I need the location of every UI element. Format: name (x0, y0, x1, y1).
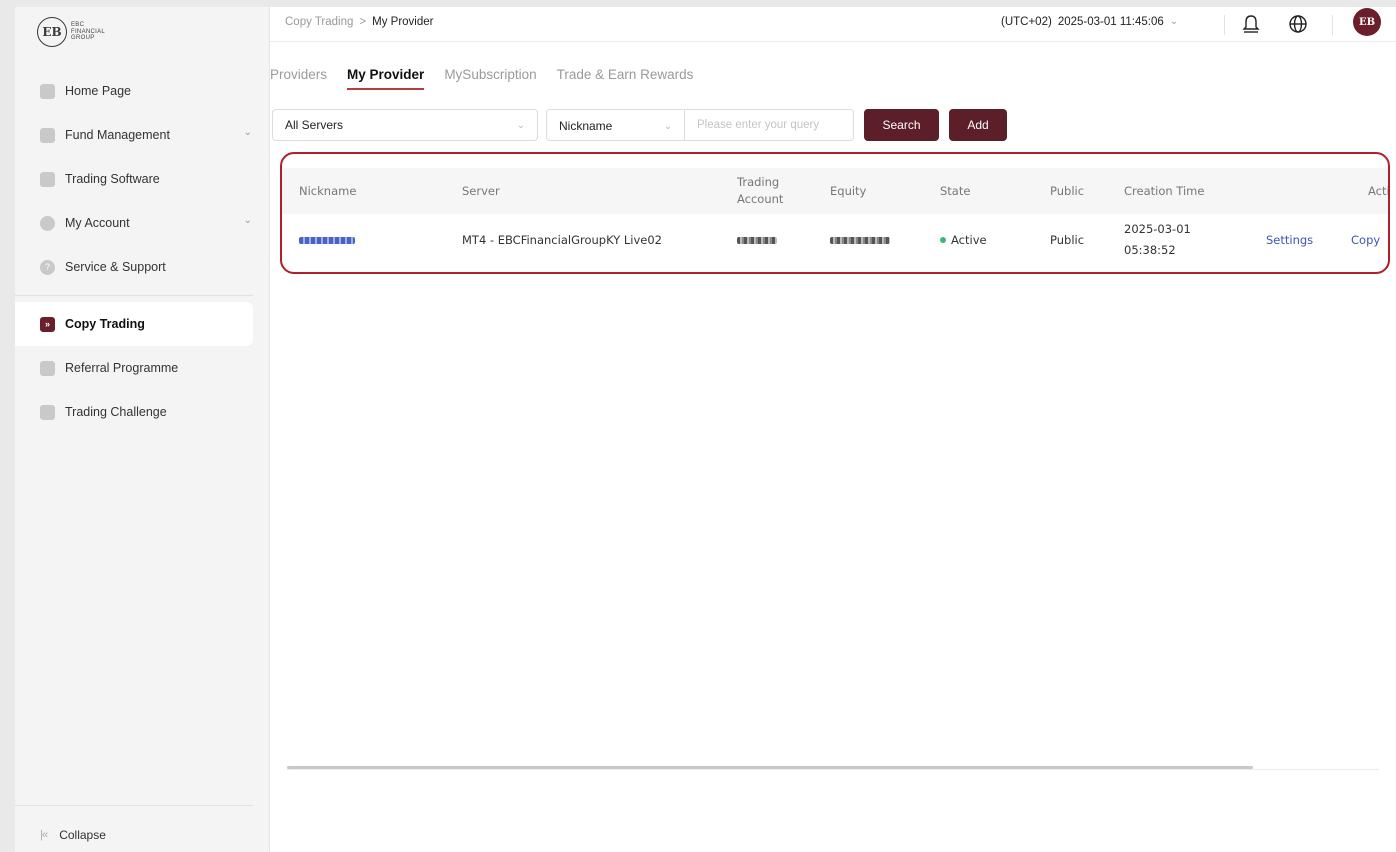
search-combo: Nickname ⌄ (546, 109, 854, 141)
column-server: Server (462, 183, 500, 198)
column-equity: Equity (830, 183, 867, 198)
sidebar-item-copy-trading[interactable]: » Copy Trading (15, 302, 253, 346)
collapse-label: Collapse (59, 828, 106, 842)
cell-nickname[interactable] (299, 214, 355, 266)
sidebar-item-home-page[interactable]: Home Page (15, 69, 270, 113)
sidebar-item-referral-programme[interactable]: Referral Programme (15, 346, 270, 390)
tab-trade-earn-rewards[interactable]: Trade & Earn Rewards (557, 67, 694, 90)
cell-state: Active (940, 214, 987, 266)
cell-creation-time: 2025-03-01 05:38:52 (1124, 222, 1191, 257)
sidebar-item-label: My Account (65, 216, 130, 230)
breadcrumb: Copy Trading > My Provider (285, 16, 433, 28)
status-dot (940, 237, 946, 243)
chevron-down-icon: ⌄ (1169, 16, 1179, 27)
referral-icon (40, 360, 55, 376)
add-button[interactable]: Add (949, 109, 1007, 141)
app-window: EB EBC FINANCIAL GROUP Home Page Fund Ma… (15, 7, 1396, 852)
chevron-down-icon: ⌄ (516, 119, 525, 131)
sidebar-nav: Home Page Fund Management ⌄ Trading Soft… (15, 69, 270, 434)
cube-icon (40, 171, 55, 187)
search-input[interactable] (685, 110, 853, 140)
redacted-nickname (299, 236, 355, 244)
trophy-icon (40, 404, 55, 420)
tab-providers[interactable]: Providers (270, 67, 327, 90)
collapse-icon: |‹‹ (40, 829, 48, 841)
top-bar: Copy Trading > My Provider (UTC+02) 2025… (270, 7, 1396, 42)
column-trading-account: Trading Account (737, 175, 784, 206)
tab-my-provider[interactable]: My Provider (347, 67, 425, 90)
field-select[interactable]: Nickname ⌄ (547, 110, 685, 140)
user-icon (40, 215, 55, 231)
filter-bar: All Servers ⌄ Nickname ⌄ Search Add (272, 109, 1007, 141)
provider-tabs: Providers My Provider MySubscription Tra… (270, 67, 693, 90)
wallet-icon (40, 127, 55, 143)
breadcrumb-separator: > (359, 16, 367, 28)
horizontal-scroll-track (287, 769, 1379, 770)
sidebar-item-service-support[interactable]: ? Service & Support (15, 245, 270, 289)
breadcrumb-parent[interactable]: Copy Trading (285, 16, 353, 28)
timezone-selector[interactable]: (UTC+02) 2025-03-01 11:45:06 ⌄ (1001, 16, 1178, 28)
horizontal-scrollbar[interactable] (287, 766, 1253, 769)
column-public: Public (1050, 183, 1085, 198)
sidebar-divider (15, 805, 253, 806)
sidebar-item-label: Trading Software (65, 172, 160, 186)
sidebar-item-label: Referral Programme (65, 361, 179, 375)
chevron-down-icon: ⌄ (663, 120, 672, 132)
redacted-account (737, 236, 777, 244)
collapse-button[interactable]: |‹‹ Collapse (40, 828, 106, 842)
sidebar-item-fund-management[interactable]: Fund Management ⌄ (15, 113, 270, 157)
cell-server: MT4 - EBCFinancialGroupKY Live02 (462, 232, 663, 247)
chevron-down-icon: ⌄ (243, 127, 252, 138)
redacted-equity (830, 236, 890, 244)
logo-mark: EB (37, 17, 67, 47)
sidebar-item-label: Copy Trading (65, 317, 145, 331)
column-state: State (940, 183, 971, 198)
server-select[interactable]: All Servers ⌄ (272, 109, 538, 141)
search-button[interactable]: Search (864, 109, 939, 141)
cell-equity (830, 214, 890, 266)
column-action: Acti (1368, 183, 1390, 198)
provider-table: Nickname Server Trading Account Equity S… (280, 152, 1390, 274)
table-row: MT4 - EBCFinancialGroupKY Live02 Active … (282, 214, 1388, 266)
globe-icon[interactable] (1287, 13, 1309, 35)
timezone-label: (UTC+02) (1001, 16, 1052, 28)
home-icon (40, 83, 55, 99)
sidebar: EB EBC FINANCIAL GROUP Home Page Fund Ma… (15, 7, 270, 852)
tab-my-subscription[interactable]: MySubscription (444, 67, 536, 90)
copy-link[interactable]: Copy (1351, 214, 1380, 266)
sidebar-item-label: Home Page (65, 84, 132, 98)
sidebar-item-trading-software[interactable]: Trading Software (15, 157, 270, 201)
help-icon: ? (40, 259, 55, 275)
sidebar-divider (15, 295, 253, 296)
sidebar-item-my-account[interactable]: My Account ⌄ (15, 201, 270, 245)
header-divider (1224, 15, 1225, 35)
bell-icon[interactable] (1241, 13, 1261, 35)
column-creation-time: Creation Time (1124, 183, 1205, 198)
breadcrumb-current: My Provider (372, 16, 434, 28)
field-select-value: Nickname (559, 119, 613, 133)
ebc-logo[interactable]: EB EBC FINANCIAL GROUP (37, 17, 105, 47)
server-select-value: All Servers (285, 118, 344, 132)
avatar[interactable]: EB (1353, 8, 1381, 36)
chevron-down-icon: ⌄ (243, 215, 252, 226)
sidebar-item-label: Fund Management (65, 128, 170, 142)
cell-public: Public (1050, 232, 1085, 247)
copy-trading-icon: » (40, 316, 55, 332)
sidebar-item-label: Service & Support (65, 260, 166, 274)
sidebar-item-trading-challenge[interactable]: Trading Challenge (15, 390, 270, 434)
logo-text: EBC FINANCIAL GROUP (71, 22, 106, 42)
cell-trading-account (737, 214, 777, 266)
current-datetime: 2025-03-01 11:45:06 (1057, 16, 1164, 28)
settings-link[interactable]: Settings (1266, 214, 1313, 266)
table-header: Nickname Server Trading Account Equity S… (282, 168, 1388, 214)
header-divider (1332, 15, 1333, 35)
status-text: Active (951, 232, 987, 247)
column-nickname: Nickname (299, 183, 357, 198)
sidebar-item-label: Trading Challenge (65, 405, 167, 419)
